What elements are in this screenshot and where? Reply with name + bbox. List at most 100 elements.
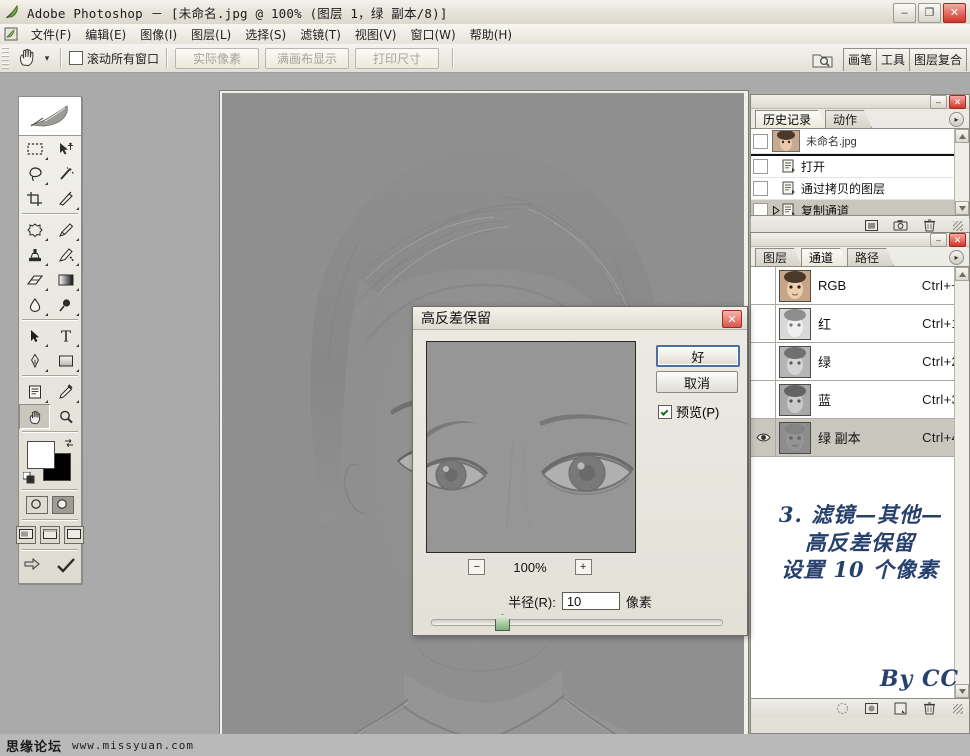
fit-on-screen-button[interactable]: 满画布显示 [265, 48, 349, 69]
gradient-tool-icon[interactable] [50, 267, 81, 292]
eyedropper-tool-icon[interactable] [50, 379, 81, 404]
channel-visibility-toggle[interactable] [751, 381, 776, 418]
clone-stamp-tool-icon[interactable] [19, 242, 50, 267]
dialog-cancel-button[interactable]: 取消 [656, 371, 738, 393]
state-source-checkbox[interactable] [753, 181, 768, 196]
maximize-button[interactable]: ❐ [918, 3, 941, 23]
pen-tool-icon[interactable] [19, 348, 50, 373]
history-brush-tool-icon[interactable] [50, 242, 81, 267]
standard-screen-mode-icon[interactable] [16, 526, 36, 544]
menu-filter[interactable]: 滤镜(T) [293, 25, 348, 44]
menu-image[interactable]: 图像(I) [133, 25, 184, 44]
channels-panel-titlebar[interactable]: – ✕ [751, 233, 969, 247]
notes-tool-icon[interactable] [19, 379, 50, 404]
channel-visibility-toggle[interactable] [751, 305, 776, 342]
state-source-checkbox[interactable] [753, 203, 768, 215]
tab-actions[interactable]: 动作 [825, 110, 872, 128]
slice-tool-icon[interactable] [50, 186, 81, 211]
standard-mask-mode-icon[interactable] [26, 496, 48, 514]
history-panel-menu-icon[interactable]: ▸ [949, 112, 964, 127]
scroll-all-windows-checkbox[interactable]: 滚动所有窗口 [69, 50, 159, 67]
jump-to-imageready-icon[interactable] [24, 557, 46, 578]
zoom-out-button[interactable]: − [468, 559, 485, 575]
channels-scrollbar[interactable] [954, 267, 969, 493]
tab-paths[interactable]: 路径 [847, 248, 894, 266]
channels-list[interactable]: RGB Ctrl+~ 红 Ctrl+1 绿 Ctrl+2 [751, 267, 969, 493]
zoom-in-button[interactable]: + [575, 559, 592, 575]
foreground-color-swatch[interactable] [27, 441, 55, 469]
menu-file[interactable]: 文件(F) [24, 25, 78, 44]
radius-slider-track[interactable] [431, 619, 723, 626]
healing-brush-tool-icon[interactable] [19, 217, 50, 242]
check-tool-icon[interactable] [56, 557, 76, 578]
scroll-up-button[interactable] [955, 267, 969, 281]
menu-layer[interactable]: 图层(L) [184, 25, 238, 44]
new-document-from-state-icon[interactable] [864, 218, 879, 233]
minimize-button[interactable]: – [893, 3, 916, 23]
rectangle-shape-tool-icon[interactable] [50, 348, 81, 373]
channel-visibility-toggle[interactable] [751, 343, 776, 380]
tool-preset-caret-icon[interactable]: ▾ [41, 46, 53, 70]
channels-panel-menu-icon[interactable]: ▸ [949, 250, 964, 265]
history-panel-resize-handle[interactable] [953, 221, 963, 231]
crop-tool-icon[interactable] [19, 186, 50, 211]
history-snapshot-row[interactable]: 未命名.jpg [751, 129, 969, 154]
tab-history[interactable]: 历史记录 [755, 110, 826, 128]
dialog-titlebar[interactable]: 高反差保留 ✕ [413, 307, 747, 330]
magic-wand-tool-icon[interactable] [50, 161, 81, 186]
channels-panel-resize-handle[interactable] [953, 704, 963, 714]
actual-pixels-button[interactable]: 实际像素 [175, 48, 259, 69]
channel-visibility-toggle[interactable] [751, 419, 776, 456]
palette-tab-tool-presets[interactable]: 工具 [876, 48, 910, 71]
radius-input[interactable] [562, 592, 620, 610]
channel-visibility-toggle[interactable] [751, 267, 776, 304]
file-browser-icon[interactable] [811, 49, 835, 71]
blur-tool-icon[interactable] [19, 292, 50, 317]
create-new-channel-icon[interactable] [893, 701, 908, 716]
history-scrollbar[interactable] [954, 129, 969, 215]
history-state-layer-via-copy[interactable]: 通过拷贝的图层 [751, 178, 969, 200]
hand-tool-icon[interactable] [19, 404, 50, 429]
options-bar-grip[interactable] [2, 47, 9, 69]
close-button[interactable]: ✕ [943, 3, 966, 23]
history-state-open[interactable]: 打开 [751, 156, 969, 178]
palette-tab-layer-comps[interactable]: 图层复合 [909, 48, 967, 71]
menu-view[interactable]: 视图(V) [348, 25, 404, 44]
dialog-close-button[interactable]: ✕ [722, 310, 742, 328]
channel-row-red[interactable]: 红 Ctrl+1 [751, 305, 969, 343]
dialog-preview-thumbnail[interactable] [426, 341, 636, 553]
state-source-checkbox[interactable] [753, 159, 768, 174]
dialog-ok-button[interactable]: 好 [656, 345, 740, 367]
channels-close-button[interactable]: ✕ [949, 233, 966, 247]
move-tool-icon[interactable] [50, 136, 81, 161]
channel-row-blue[interactable]: 蓝 Ctrl+3 [751, 381, 969, 419]
quick-mask-mode-icon[interactable] [52, 496, 74, 514]
snapshot-source-checkbox[interactable] [753, 134, 768, 149]
type-tool-icon[interactable]: T [50, 323, 81, 348]
history-close-button[interactable]: ✕ [949, 95, 966, 109]
history-minimize-button[interactable]: – [930, 95, 947, 109]
path-selection-tool-icon[interactable] [19, 323, 50, 348]
full-screen-mode-icon[interactable] [64, 526, 84, 544]
menu-window[interactable]: 窗口(W) [403, 25, 462, 44]
delete-channel-icon[interactable] [922, 701, 937, 716]
history-states-list[interactable]: 未命名.jpg 打开 通过拷贝的图层 [751, 129, 969, 215]
delete-state-icon[interactable] [922, 218, 937, 233]
rectangular-marquee-tool-icon[interactable] [19, 136, 50, 161]
brush-tool-icon[interactable] [50, 217, 81, 242]
scroll-up-button[interactable] [955, 129, 969, 143]
history-panel-titlebar[interactable]: – ✕ [751, 95, 969, 109]
load-channel-as-selection-icon[interactable] [835, 701, 850, 716]
history-state-duplicate-channel[interactable]: 复制通道 [751, 200, 969, 215]
create-snapshot-icon[interactable] [893, 218, 908, 233]
palette-tab-brushes[interactable]: 画笔 [843, 48, 877, 71]
channel-row-green[interactable]: 绿 Ctrl+2 [751, 343, 969, 381]
menu-edit[interactable]: 编辑(E) [78, 25, 133, 44]
channel-row-rgb[interactable]: RGB Ctrl+~ [751, 267, 969, 305]
save-selection-as-channel-icon[interactable] [864, 701, 879, 716]
menu-help[interactable]: 帮助(H) [463, 25, 519, 44]
channels-minimize-button[interactable]: – [930, 233, 947, 247]
full-screen-with-menubar-icon[interactable] [40, 526, 60, 544]
lasso-tool-icon[interactable] [19, 161, 50, 186]
radius-slider-thumb[interactable] [495, 614, 510, 631]
